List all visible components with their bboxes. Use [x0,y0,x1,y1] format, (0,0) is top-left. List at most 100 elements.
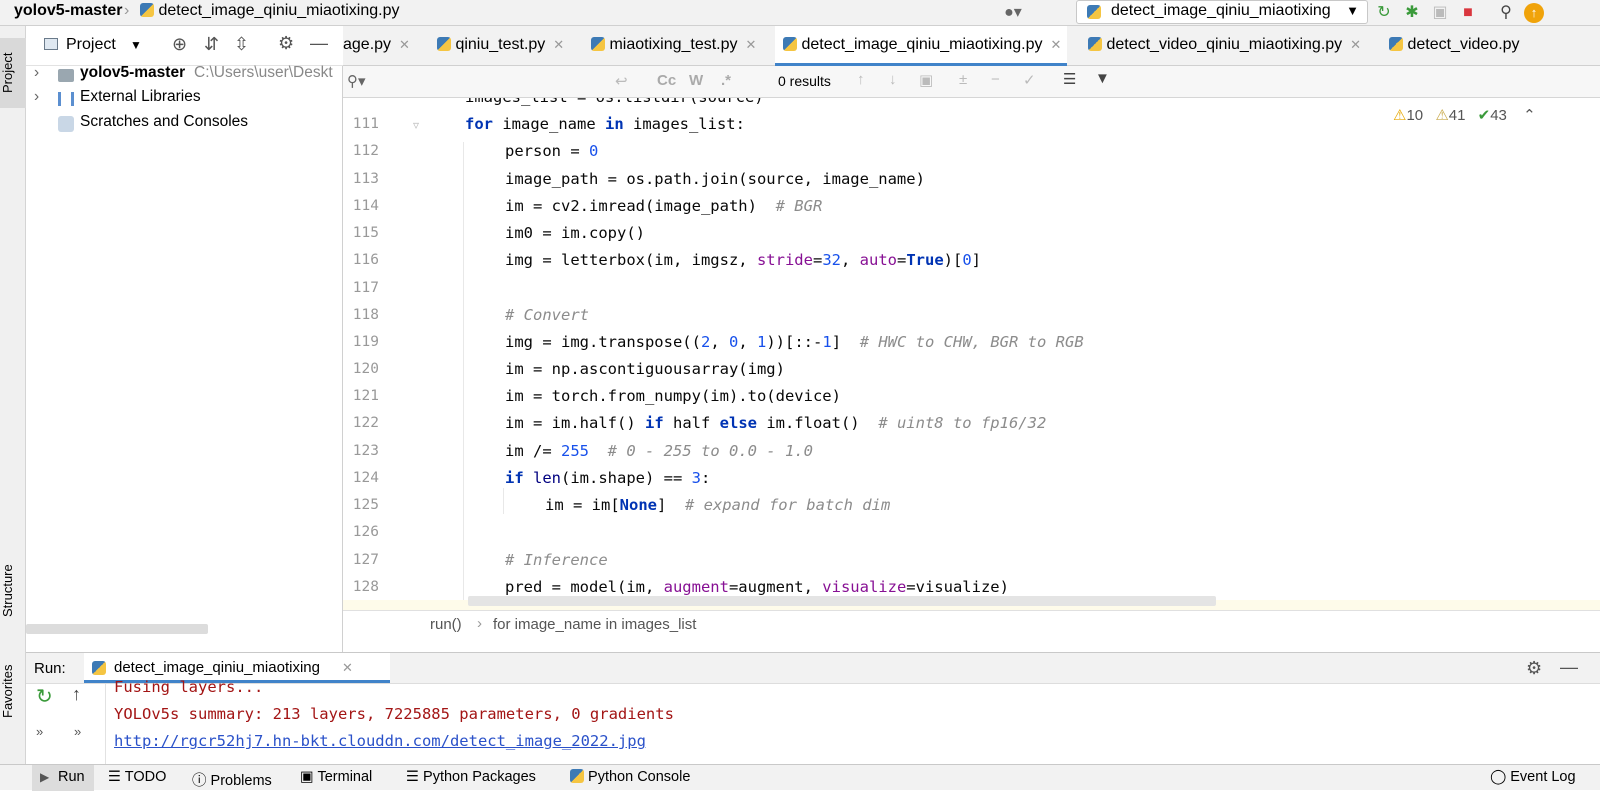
tab-miaotixing-test[interactable]: miaotixing_test.py ✕ [591,26,756,66]
problems-tool-button[interactable]: ⓘ Problems [192,769,272,790]
tab-image-py[interactable]: age.py ✕ [343,26,423,66]
match-case-toggle[interactable]: Cc [657,72,676,89]
arrow-up-icon[interactable]: ↑ [72,684,81,705]
folder-icon [58,69,74,82]
user-icon[interactable]: ●▾ [998,3,1028,23]
clear-search-icon[interactable]: ↩ [615,72,628,90]
python-file-icon [783,37,797,51]
console-output-link[interactable]: http://rgcr52hj7.hn-bkt.clouddn.com/dete… [114,732,646,750]
horizontal-scrollbar[interactable] [468,596,1216,606]
code-editor[interactable]: 111 112 113 114 115 116 117 118 119 120 … [343,98,1600,610]
tab-label: detect_video.py [1407,36,1520,53]
tab-detect-image-active[interactable]: detect_image_qiniu_miaotixing.py ✕ [775,26,1068,66]
breadcrumb-file[interactable]: detect_image_qiniu_miaotixing.py [140,2,400,20]
tab-label: detect_video_qiniu_miaotixing.py [1106,36,1343,53]
project-view-select[interactable]: Project [66,36,116,54]
line-number: 111 [352,116,379,132]
code-number: 0 [962,251,972,269]
line-number: 128 [352,579,379,595]
close-icon[interactable]: ✕ [1051,37,1062,52]
arrow-down-icon[interactable]: ↓ [889,71,897,88]
play-icon: ▶ [40,770,50,784]
project-tool-tab[interactable]: Project [0,38,26,108]
tab-detect-video[interactable]: detect_video.py [1389,26,1520,66]
close-icon[interactable]: ✕ [399,37,410,52]
horizontal-scrollbar[interactable] [26,624,208,634]
expand-all-icon[interactable]: ⇵ [204,34,219,55]
code-keyword: in [604,115,624,133]
close-icon[interactable]: ✕ [553,37,564,52]
code-comment: # HWC to CHW, BGR to RGB [859,333,1084,351]
code-text: =visualize) [906,578,1009,596]
code-keyword: if [644,414,664,432]
code-text: person = [505,142,589,160]
search-icon[interactable]: ⚲▾ [347,72,366,90]
chevron-down-icon[interactable]: ▼ [130,38,142,52]
regex-toggle[interactable]: .* [721,72,731,89]
code-text: image_name [493,115,605,133]
code-text: im.float() [756,414,879,432]
tab-qiniu-test[interactable]: qiniu_test.py ✕ [437,26,564,66]
filter-options-icon[interactable]: ☰ [1063,70,1076,88]
arrow-up-icon[interactable]: ↑ [857,71,865,88]
code-text: , [710,333,729,351]
more-icon[interactable]: » [74,724,81,739]
hide-icon[interactable]: — [310,33,328,54]
tab-detect-video-qiniu[interactable]: detect_video_qiniu_miaotixing.py ✕ [1088,26,1361,66]
python-console-tool-button[interactable]: Python Console [570,769,690,785]
code-text: (im.shape) == [561,469,692,487]
run-tool-button[interactable]: ▶ Run [32,765,94,791]
remove-occurrence-icon[interactable]: − [991,71,1000,88]
close-icon[interactable]: ✕ [342,660,353,676]
coverage-icon[interactable]: ▣ [1430,3,1450,23]
filter-icon[interactable]: ▼ [1095,70,1110,87]
hide-icon[interactable]: — [1560,657,1578,678]
favorites-tool-tab[interactable]: Favorites [0,646,26,736]
fold-icon[interactable]: ▿ [413,118,419,132]
add-occurrence-icon[interactable]: ± [959,71,967,88]
more-icon[interactable]: » [36,724,43,739]
locate-icon[interactable]: ⊕ [172,34,187,55]
code-text: half [663,414,720,432]
close-icon[interactable]: ✕ [746,37,757,52]
rerun-icon[interactable]: ↻ [36,684,53,709]
todo-tool-button[interactable]: ☰ TODO [108,769,166,785]
code-line: if len(im.shape) == 3: [505,469,710,487]
gear-icon[interactable]: ⚙ [1526,658,1542,679]
update-icon[interactable]: ↑ [1524,3,1544,23]
code-text: = [812,251,823,269]
rerun-icon[interactable]: ↻ [1374,3,1394,23]
search-icon[interactable]: ⚲ [1496,3,1516,23]
check-icon: ✔ [1477,107,1491,124]
event-log-tool-button[interactable]: ◯ Event Log [1490,769,1576,785]
run-config-select[interactable]: detect_image_qiniu_miaotixing ▼ [1076,0,1368,24]
line-number: 115 [352,225,379,241]
whole-word-toggle[interactable]: W [689,72,703,89]
gear-icon[interactable]: ⚙ [278,33,294,54]
select-all-occurrences-icon[interactable]: ✓ [1023,71,1036,89]
inspection-widget[interactable]: ⚠10 ⚠41 ✔43 ⌃ [1393,106,1536,124]
chevron-right-icon[interactable]: › [34,64,39,82]
code-text: )[ [943,251,963,269]
warning-icon: ⚠ [1393,107,1407,124]
find-input[interactable] [371,70,611,94]
code-builtin: len [533,469,562,487]
terminal-tool-button[interactable]: ▣ Terminal [300,769,372,785]
select-all-icon[interactable]: ▣ [919,71,933,89]
project-tool-label: Project [0,52,15,94]
collapse-all-icon[interactable]: ⇳ [234,34,249,55]
breadcrumb-run[interactable]: run() [430,616,462,633]
stop-icon[interactable]: ■ [1458,3,1478,23]
debug-icon[interactable]: ✱ [1402,3,1422,23]
chevron-up-icon[interactable]: ⌃ [1523,107,1536,124]
chevron-right-icon[interactable]: › [34,88,39,106]
breadcrumb-for-loop[interactable]: for image_name in images_list [493,616,696,633]
close-icon[interactable]: ✕ [1350,37,1361,52]
indent-guide [463,142,464,610]
code-comment: # Inference [505,551,608,569]
python-packages-tool-button[interactable]: ☰ Python Packages [406,769,536,785]
python-config-icon [1087,5,1101,19]
breadcrumb-project[interactable]: yolov5-master [14,2,123,20]
structure-tool-tab[interactable]: Structure [0,546,26,636]
warning-count: 10 [1406,107,1424,124]
